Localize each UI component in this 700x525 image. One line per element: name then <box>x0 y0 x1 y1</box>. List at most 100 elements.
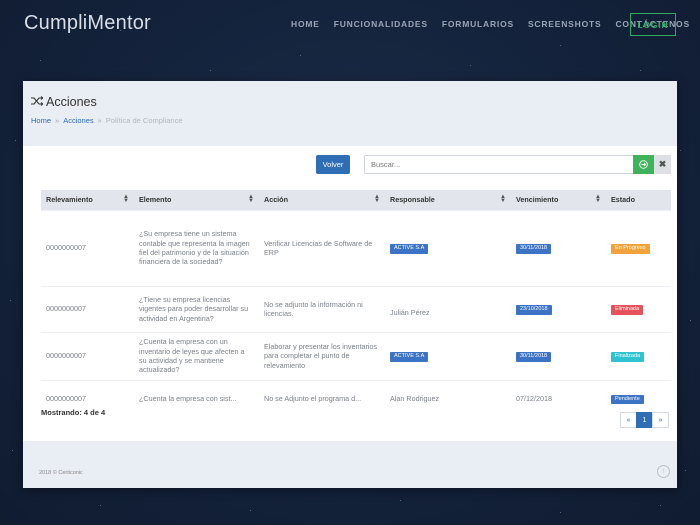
cell-responsable: ACTIVE S.A <box>385 332 511 380</box>
cell-vencimiento: 07/12/2018 <box>516 393 552 403</box>
column-header-elemento[interactable]: Elemento ▲ ▼ <box>134 190 259 210</box>
star-decoration <box>12 450 13 451</box>
page-title: Acciones <box>31 95 669 109</box>
breadcrumb-current: Política de Compliance <box>105 116 183 125</box>
breadcrumb-separator: » <box>97 116 102 125</box>
star-decoration <box>210 70 211 71</box>
login-button[interactable]: LOGIN <box>630 13 676 36</box>
star-decoration <box>685 470 686 471</box>
cell-elemento: ¿Tiene su empresa licencias vigentes par… <box>139 294 249 323</box>
star-decoration <box>470 65 471 66</box>
footer: 2018 © Certiconic ↑ <box>23 441 677 488</box>
star-decoration <box>560 512 561 513</box>
cell-responsable: Alan Rodriguez <box>390 393 440 403</box>
star-decoration <box>100 505 101 506</box>
vencimiento-badge: 23/10/2018 <box>516 305 552 315</box>
cell-estado: Pendiente <box>606 380 671 416</box>
cell-elemento: ¿Su empresa tiene un sistema contable qu… <box>139 229 250 267</box>
clear-search-button[interactable]: ✖ <box>654 155 671 174</box>
breadcrumb-separator: » <box>55 116 60 125</box>
results-summary: Mostrando: 4 de 4 <box>41 408 106 417</box>
responsable-badge: ACTIVE S.A <box>390 244 429 254</box>
top-navbar: CumpliMentor HOME FUNCIONALIDADES FORMUL… <box>0 0 700 50</box>
sort-icon: ▲ ▼ <box>595 194 601 204</box>
scroll-top-button[interactable]: ↑ <box>657 465 670 478</box>
star-decoration <box>15 140 16 141</box>
cell-elemento: ¿Cuenta la empresa con sist... <box>139 393 237 403</box>
nav-formularios[interactable]: FORMULARIOS <box>442 19 514 29</box>
brand-text: CumpliMentor <box>24 12 151 34</box>
table-row[interactable]: 0000000007 ¿Cuenta la empresa con sist..… <box>41 380 671 416</box>
pagination-prev[interactable]: « <box>620 412 637 428</box>
copyright-text: 2018 © Certiconic <box>39 470 83 476</box>
star-decoration <box>10 300 11 301</box>
column-header-vencimiento[interactable]: Vencimiento ▲ ▼ <box>511 190 606 210</box>
breadcrumb: Home » Acciones » Política de Compliance <box>31 116 669 125</box>
cell-estado: Finalizada <box>606 332 671 380</box>
table-row[interactable]: 0000000007 ¿Tiene su empresa licencias v… <box>41 286 671 332</box>
column-header-relevamiento[interactable]: Relevamiento ▲ ▼ <box>41 190 134 210</box>
star-decoration <box>300 55 301 56</box>
close-icon: ✖ <box>658 159 667 169</box>
table-row[interactable]: 0000000007 ¿Cuenta la empresa con un inv… <box>41 332 671 380</box>
brand-logo[interactable]: CumpliMentor <box>24 12 151 35</box>
responsable-badge: ACTIVE S.A <box>390 352 429 362</box>
pagination-next[interactable]: » <box>652 412 669 428</box>
table-header-row: Relevamiento ▲ ▼ Elemento ▲ ▼ Acción ▲ ▼ Respo… <box>41 190 671 210</box>
search-input[interactable]: Buscar... <box>364 155 634 174</box>
pagination-page[interactable]: 1 <box>636 412 653 428</box>
column-header-responsable[interactable]: Responsable ▲ ▼ <box>385 190 511 210</box>
cell-relevamiento: 0000000007 <box>46 304 86 314</box>
star-decoration <box>680 150 681 151</box>
nav-home[interactable]: HOME <box>291 19 320 29</box>
nav-screenshots[interactable]: SCREENSHOTS <box>528 19 602 29</box>
breadcrumb-home[interactable]: Home <box>31 116 51 125</box>
star-decoration <box>640 70 641 71</box>
status-badge: Eliminada <box>611 305 644 315</box>
vencimiento-badge: 30/11/2018 <box>516 352 552 362</box>
star-decoration <box>690 320 691 321</box>
status-badge: Finalizada <box>611 352 645 362</box>
sort-icon: ▲ ▼ <box>248 194 254 204</box>
cell-vencimiento: 30/11/2018 <box>511 332 606 380</box>
pagination: « 1 » <box>620 412 669 428</box>
table-row[interactable]: 0000000007 ¿Su empresa tiene un sistema … <box>41 210 671 286</box>
column-header-estado[interactable]: Estado <box>606 190 671 210</box>
cell-relevamiento: 0000000007 <box>46 243 86 253</box>
vencimiento-badge: 30/11/2018 <box>516 244 552 254</box>
cell-estado: En Progreso <box>606 210 671 286</box>
cell-relevamiento: 0000000007 <box>46 351 86 361</box>
cell-vencimiento: 30/11/2018 <box>511 210 606 286</box>
star-decoration <box>40 60 41 61</box>
star-decoration <box>250 510 251 511</box>
acciones-table: Relevamiento ▲ ▼ Elemento ▲ ▼ Acción ▲ ▼ Respo… <box>41 190 671 416</box>
nav-funcionalidades[interactable]: FUNCIONALIDADES <box>334 19 428 29</box>
search-button[interactable] <box>633 155 654 174</box>
cell-accion: No se adjunto la información ni licencia… <box>264 299 363 318</box>
cell-accion: Verificar Licencias de Software de ERP <box>264 238 373 257</box>
sort-icon: ▲ ▼ <box>374 194 380 204</box>
app-window: Acciones Home » Acciones » Política de C… <box>23 81 677 488</box>
cell-vencimiento: 23/10/2018 <box>511 286 606 332</box>
column-header-accion[interactable]: Acción ▲ ▼ <box>259 190 385 210</box>
star-decoration <box>660 505 661 506</box>
shuffle-icon <box>31 95 46 109</box>
status-badge: Pendiente <box>611 394 644 404</box>
cell-accion: No se Adjunto el programa d... <box>264 393 362 403</box>
star-decoration <box>400 500 401 501</box>
page-title-text: Acciones <box>46 95 97 109</box>
cell-accion: Elaborar y presentar los inventarios par… <box>264 341 378 370</box>
cell-estado: Eliminada <box>606 286 671 332</box>
sort-icon: ▲ ▼ <box>123 194 129 204</box>
cell-responsable: ACTIVE S.A <box>385 210 511 286</box>
volver-button[interactable]: Volver <box>316 155 350 174</box>
cell-responsable: Julián Pérez <box>390 308 430 318</box>
page-header: Acciones Home » Acciones » Política de C… <box>23 81 677 146</box>
arrow-right-circle-icon <box>639 156 648 174</box>
status-badge: En Progreso <box>611 244 650 254</box>
arrow-up-icon: ↑ <box>661 468 666 475</box>
cell-elemento: ¿Cuenta la empresa con un inventario de … <box>139 337 245 375</box>
toolbar: Volver Buscar... ✖ <box>23 155 677 175</box>
breadcrumb-acciones[interactable]: Acciones <box>63 116 93 125</box>
sort-icon: ▲ ▼ <box>500 194 506 204</box>
